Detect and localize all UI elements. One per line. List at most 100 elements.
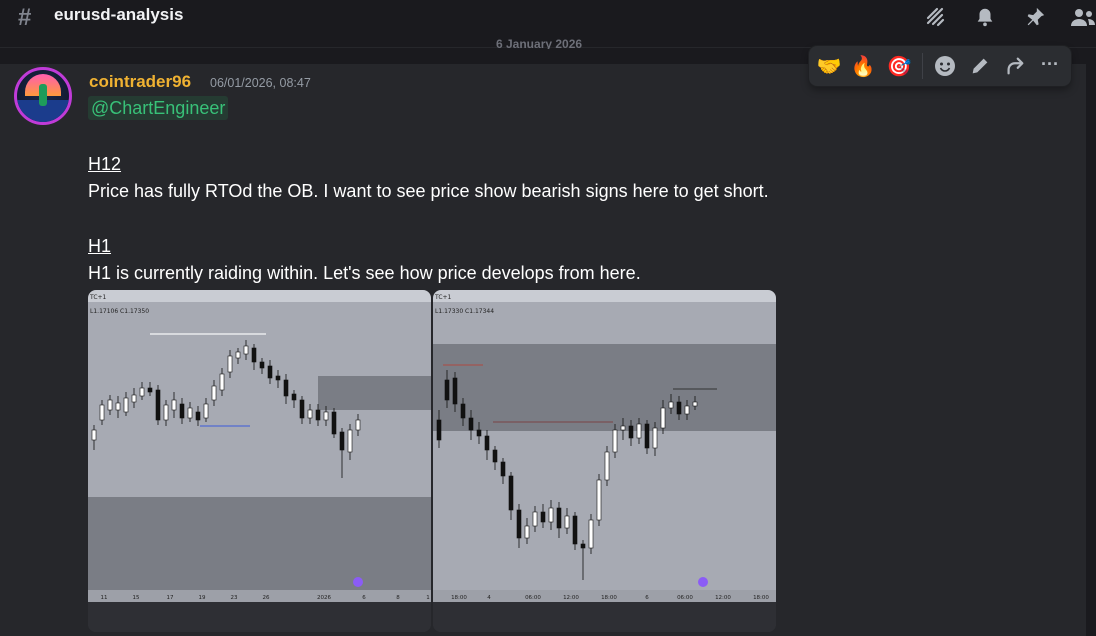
tradingview-logo-icon <box>698 577 708 587</box>
section-heading: H1 <box>88 236 112 256</box>
candle-body <box>299 399 305 419</box>
candle-body <box>444 379 450 401</box>
time-axis-tick: 4 <box>487 595 491 601</box>
time-axis-tick: 8 <box>396 595 400 601</box>
candle-body <box>484 435 490 451</box>
chart-ohlc-label: L1.17330 C1.17344 <box>435 308 494 315</box>
candle-body <box>644 423 650 449</box>
candle-body <box>660 407 666 429</box>
candle-body <box>243 345 249 355</box>
time-axis-tick: 11 <box>101 595 108 601</box>
candle-body <box>692 401 698 407</box>
add-reaction-icon[interactable] <box>930 52 960 80</box>
time-axis-tick: 1 <box>426 595 430 601</box>
chart-timezone: TC+1 <box>89 294 107 301</box>
candle-body <box>492 449 498 463</box>
candle-body <box>460 403 466 419</box>
candle-body <box>620 425 626 431</box>
candle-body <box>516 509 522 539</box>
more-icon[interactable]: ··· <box>1035 50 1065 78</box>
candle-body <box>123 397 129 413</box>
candle-body <box>139 387 145 397</box>
candle-body <box>259 361 265 369</box>
candle-body <box>275 375 281 381</box>
image-attachment-h1[interactable]: TC+1 L1.17330 C1.17344 18:00 4 06:00 12:00 18:… <box>433 290 776 632</box>
time-axis-tick: 12:00 <box>715 595 731 601</box>
candle-body <box>187 407 193 419</box>
candle-body <box>307 409 313 419</box>
candle-body <box>436 419 442 441</box>
candle-body <box>315 409 321 421</box>
candle-body <box>532 511 538 527</box>
h12-chart-image: TC+1 L1.17106 C1.17350 11 15 17 19 23 26 2026 6 8 1 <box>88 290 431 632</box>
candle-body <box>211 385 217 401</box>
time-axis-tick: 19 <box>199 595 206 601</box>
candle-body <box>283 379 289 397</box>
candle-body <box>91 429 97 441</box>
candle-body <box>476 429 482 437</box>
order-block-zone <box>433 344 776 431</box>
candle-body <box>572 515 578 545</box>
avatar[interactable] <box>14 67 72 125</box>
pin-icon[interactable] <box>1022 4 1048 30</box>
time-axis-tick: 6 <box>362 595 366 601</box>
hash-icon: # <box>18 4 32 31</box>
chart-ohlc-label: L1.17106 C1.17350 <box>90 308 149 315</box>
time-axis-tick: 23 <box>231 595 238 601</box>
time-axis-tick: 18:00 <box>451 595 467 601</box>
candle-body <box>203 403 209 419</box>
candle-body <box>652 427 658 449</box>
candle-body <box>267 365 273 379</box>
candle-body <box>604 451 610 481</box>
message-timestamp[interactable]: 06/01/2026, 08:47 <box>210 76 311 90</box>
reaction-fire-button[interactable]: 🔥 <box>848 52 878 80</box>
candle-body <box>588 519 594 549</box>
candle-body <box>636 423 642 439</box>
section-text: H1 is currently raiding within. Let's se… <box>88 263 641 283</box>
time-axis-tick: 18:00 <box>753 595 769 601</box>
candle-body <box>163 404 169 421</box>
candle-body <box>508 475 514 511</box>
candle-body <box>596 479 602 521</box>
order-block-zone <box>318 376 431 410</box>
candle-body <box>107 399 113 411</box>
chart-timezone: TC+1 <box>434 294 452 301</box>
toolbar-divider <box>922 53 923 79</box>
edit-icon[interactable] <box>965 52 995 80</box>
candle-body <box>147 387 153 393</box>
candle-body <box>251 347 257 363</box>
candle-body <box>684 405 690 415</box>
candle-body <box>291 393 297 401</box>
message-author[interactable]: cointrader96 <box>89 72 191 92</box>
user-mention[interactable]: @ChartEngineer <box>88 96 229 120</box>
bell-icon[interactable] <box>972 4 998 30</box>
time-axis-tick: 26 <box>263 595 270 601</box>
threads-icon[interactable] <box>922 4 948 30</box>
chart-top-strip <box>433 290 776 302</box>
time-axis-tick: 06:00 <box>677 595 693 601</box>
candle-body <box>540 511 546 523</box>
candle-body <box>131 394 137 403</box>
order-block-zone <box>88 497 431 590</box>
candle-body <box>179 403 185 419</box>
candle-body <box>227 355 233 373</box>
forward-icon[interactable] <box>1000 52 1030 80</box>
candle-body <box>331 411 337 435</box>
candle-body <box>468 417 474 431</box>
section-heading: H12 <box>88 154 122 174</box>
time-axis-tick: 6 <box>645 595 649 601</box>
candle-body <box>452 377 458 405</box>
image-attachment-h12[interactable]: TC+1 L1.17106 C1.17350 11 15 17 19 23 26 2026 6 8 1 <box>88 290 431 632</box>
tradingview-logo-icon <box>353 577 363 587</box>
time-axis-tick: 06:00 <box>525 595 541 601</box>
candle-body <box>171 399 177 411</box>
scrollbar-track[interactable] <box>1086 64 1096 636</box>
members-icon[interactable] <box>1070 4 1096 30</box>
time-axis-tick: 15 <box>133 595 140 601</box>
reaction-target-button[interactable]: 🎯 <box>884 52 914 80</box>
reaction-handshake-button[interactable]: 🤝 <box>814 52 844 80</box>
channel-name: eurusd-analysis <box>54 5 184 24</box>
candle-body <box>628 425 634 439</box>
candle-body <box>564 515 570 529</box>
candle-body <box>556 507 562 529</box>
